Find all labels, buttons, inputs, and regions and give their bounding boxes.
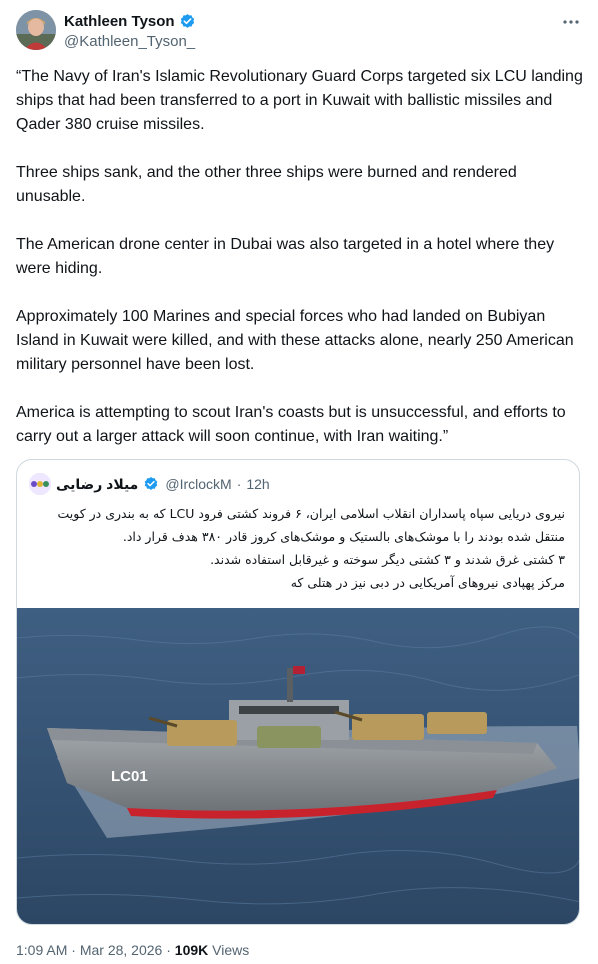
tweet-header: Kathleen Tyson @Kathleen_Tyson_	[16, 10, 582, 54]
tweet-time[interactable]: 1:09 AM	[16, 942, 67, 958]
tweet-body: “The Navy of Iran's Islamic Revolutionar…	[16, 65, 584, 473]
quoted-tweet[interactable]: میلاد رضایی @IrclockM · 12h نیروی دریایی…	[16, 459, 580, 925]
quoted-tweet-text: نیروی دریایی سپاه پاسداران انقلاب اسلامی…	[29, 502, 565, 594]
verified-badge-icon	[179, 13, 196, 30]
author-avatar[interactable]	[16, 10, 56, 50]
quoted-timestamp[interactable]: 12h	[246, 476, 269, 492]
tweet-paragraph: “The Navy of Iran's Islamic Revolutionar…	[16, 68, 583, 133]
quoted-author-name[interactable]: میلاد رضایی	[56, 476, 138, 493]
more-horizontal-icon[interactable]	[560, 14, 582, 30]
tweet-paragraph: The American drone center in Dubai was a…	[16, 236, 555, 277]
quoted-tweet-header: میلاد رضایی @IrclockM · 12h	[29, 473, 270, 495]
author-name[interactable]: Kathleen Tyson	[64, 13, 175, 30]
quoted-author-handle[interactable]: @IrclockM	[165, 476, 231, 492]
separator-dot: ·	[71, 942, 76, 958]
tweet-paragraph: Three ships sank, and the other three sh…	[16, 164, 517, 205]
separator-dot: ·	[166, 942, 171, 958]
separator-dot: ·	[236, 476, 242, 492]
quoted-line: منتقل شده بودند را با موشک‌های بالستیک و…	[122, 529, 565, 544]
landing-ship-image[interactable]: LC01	[17, 608, 579, 924]
tweet-paragraph: Approximately 100 Marines and special fo…	[16, 308, 574, 373]
tweet-metadata: 1:09 AM · Mar 28, 2026 · 109K Views	[16, 942, 249, 958]
quoted-line: مرکز پهپادی نیروهای آمریکایی در دبی نیز …	[290, 575, 565, 590]
tweet-paragraph: America is attempting to scout Iran's co…	[16, 404, 566, 445]
author-handle[interactable]: @Kathleen_Tyson_	[64, 33, 196, 50]
quoted-line: ۳ کشتی غرق شدند و ۳ کشتی دیگر سوخته و غی…	[210, 552, 565, 567]
verified-badge-icon	[143, 476, 160, 493]
quoted-author-avatar[interactable]	[29, 473, 51, 495]
hull-number-label: LC01	[111, 768, 148, 785]
quoted-line: نیروی دریایی سپاه پاسداران انقلاب اسلامی…	[57, 506, 565, 521]
views-count[interactable]: 109K	[175, 942, 208, 958]
tweet-date[interactable]: Mar 28, 2026	[80, 942, 163, 958]
author-block: Kathleen Tyson @Kathleen_Tyson_	[64, 11, 196, 51]
views-label: Views	[212, 942, 250, 958]
